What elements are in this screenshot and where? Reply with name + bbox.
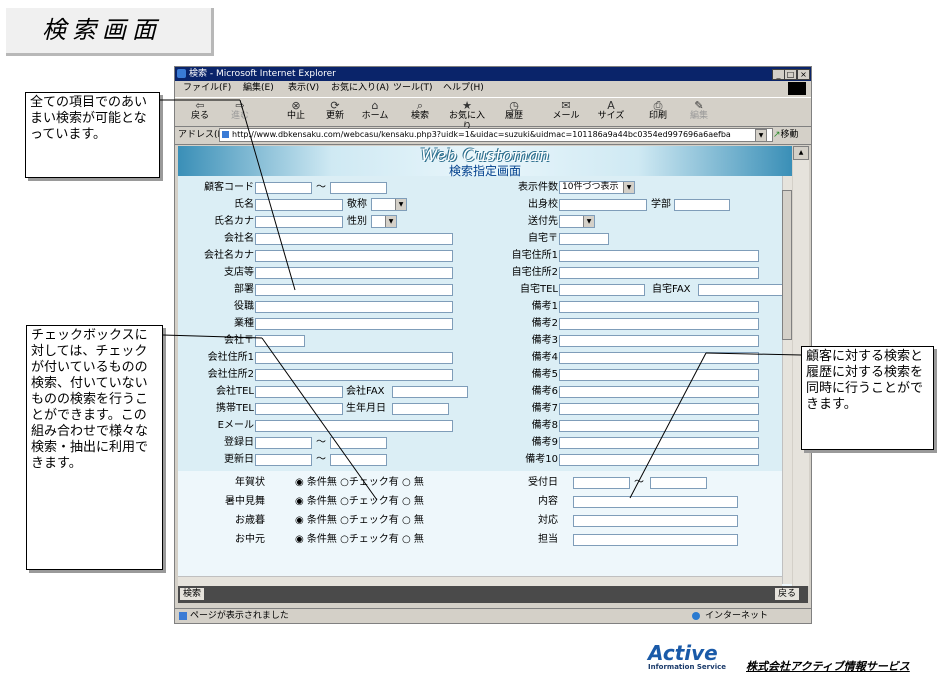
pointer-line-3b xyxy=(629,352,707,499)
pointer-line-2 xyxy=(162,334,263,339)
callout-pointer-lines xyxy=(160,99,802,501)
pointer-line-3 xyxy=(705,352,802,356)
pointer-line-2b xyxy=(261,337,378,501)
logo-sub: Information Service xyxy=(648,663,726,671)
pointer-line-1b xyxy=(239,99,296,291)
company-name: 株式会社アクティブ情報サービス xyxy=(746,660,910,673)
